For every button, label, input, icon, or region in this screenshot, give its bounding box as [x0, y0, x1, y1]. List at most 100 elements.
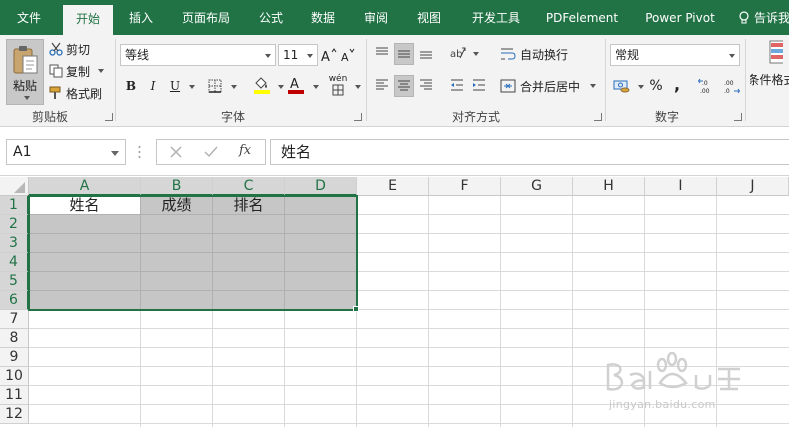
font-size-select[interactable]: 11: [278, 44, 318, 66]
merge-dropdown-caret: [590, 84, 597, 88]
phonetic-guide-button[interactable]: wén: [327, 73, 349, 97]
orientation-button[interactable]: ab: [448, 43, 468, 63]
decrease-decimal-icon: .00 .0: [724, 80, 740, 94]
row-header-10[interactable]: 10: [0, 367, 29, 386]
cell-b1[interactable]: 成绩: [141, 196, 212, 215]
row-header-5[interactable]: 5: [0, 272, 29, 291]
font-family-select[interactable]: 等线: [120, 44, 276, 66]
name-box[interactable]: A1: [6, 139, 126, 165]
formula-input[interactable]: 姓名: [270, 139, 789, 165]
alignment-dialog-launcher[interactable]: [594, 113, 602, 121]
group-label-clipboard: 剪贴板: [31, 110, 68, 124]
row-header-11[interactable]: 11: [0, 386, 29, 405]
number-dialog-launcher[interactable]: [734, 113, 742, 121]
tab-formulas[interactable]: 公式: [248, 0, 294, 35]
align-bottom-button[interactable]: [417, 43, 435, 63]
row-header-9[interactable]: 9: [0, 348, 29, 367]
column-header-h[interactable]: H: [573, 177, 645, 196]
conditional-formatting-button[interactable]: 条件格式: [750, 39, 789, 99]
align-top-button[interactable]: [373, 43, 391, 63]
indent-icon: [473, 79, 485, 91]
row-header-7[interactable]: 7: [0, 310, 29, 329]
phonetic-dropdown-caret[interactable]: [355, 85, 361, 89]
column-header-c[interactable]: C: [213, 177, 285, 196]
borders-dropdown-caret[interactable]: [231, 85, 237, 89]
decrease-font-size-button[interactable]: A: [340, 44, 356, 66]
tab-page-layout[interactable]: 页面布局: [170, 0, 242, 35]
fill-handle[interactable]: [353, 306, 359, 312]
orientation-dropdown-caret[interactable]: [473, 52, 479, 56]
cell-a1[interactable]: 姓名: [29, 196, 140, 215]
tab-pdfelement[interactable]: PDFelement: [538, 0, 626, 35]
row-header-3[interactable]: 3: [0, 234, 29, 253]
formula-input-value: 姓名: [281, 143, 312, 161]
tab-insert[interactable]: 插入: [118, 0, 164, 35]
row-header-1[interactable]: 1: [0, 196, 29, 215]
decrease-indent-button[interactable]: [448, 75, 466, 95]
gridline: [572, 196, 573, 427]
copy-dropdown-caret: [98, 69, 105, 73]
merge-center-button[interactable]: 合并后居中: [500, 75, 597, 97]
formula-bar-splitter[interactable]: [138, 144, 141, 160]
column-header-d[interactable]: D: [285, 177, 357, 196]
underline-dropdown-caret[interactable]: [189, 85, 195, 89]
column-header-i[interactable]: I: [645, 177, 717, 196]
tell-me-box[interactable]: 告诉我: [738, 0, 789, 35]
underline-button[interactable]: U: [166, 75, 184, 97]
svg-text:.0: .0: [702, 80, 708, 87]
number-format-select[interactable]: 常规: [610, 44, 740, 66]
tab-review[interactable]: 审阅: [353, 0, 399, 35]
paste-button[interactable]: 粘贴: [6, 39, 44, 105]
cut-button[interactable]: 剪切: [49, 39, 90, 59]
row-header-6[interactable]: 6: [0, 291, 29, 310]
accounting-dropdown-caret[interactable]: [638, 85, 644, 89]
column-header-a[interactable]: A: [29, 177, 141, 196]
row-header-2[interactable]: 2: [0, 215, 29, 234]
insert-function-button[interactable]: fx: [239, 143, 251, 158]
tab-view[interactable]: 视图: [406, 0, 452, 35]
tab-home[interactable]: 开始: [63, 5, 113, 35]
increase-font-size-button[interactable]: A: [321, 44, 337, 66]
font-dialog-launcher[interactable]: [354, 113, 362, 121]
row-header-12[interactable]: 12: [0, 405, 29, 424]
copy-button[interactable]: 复制: [49, 61, 105, 81]
enter-button[interactable]: [203, 145, 219, 159]
font-color-button[interactable]: A: [286, 73, 306, 97]
cancel-button[interactable]: [169, 145, 183, 159]
font-family-value: 等线: [125, 48, 150, 62]
tab-power-pivot[interactable]: Power Pivot: [634, 0, 726, 35]
phonetic-label: wén: [328, 74, 348, 84]
align-middle-button[interactable]: [394, 43, 414, 65]
column-header-f[interactable]: F: [429, 177, 501, 196]
tab-data[interactable]: 数据: [300, 0, 346, 35]
accounting-format-button[interactable]: [611, 75, 633, 97]
column-header-j[interactable]: J: [717, 177, 789, 196]
align-center-button[interactable]: [394, 75, 414, 97]
tab-developer[interactable]: 开发工具: [460, 0, 532, 35]
increase-decimal-button[interactable]: .0 .00: [697, 75, 717, 97]
percent-style-button[interactable]: %: [647, 75, 665, 97]
fill-color-button[interactable]: [252, 73, 272, 97]
cell-c1[interactable]: 排名: [213, 196, 284, 215]
column-header-e[interactable]: E: [357, 177, 429, 196]
font-color-dropdown-caret[interactable]: [313, 85, 319, 89]
row-header-8[interactable]: 8: [0, 329, 29, 348]
align-left-button[interactable]: [373, 75, 391, 95]
select-all-button[interactable]: [0, 177, 29, 196]
row-header-4[interactable]: 4: [0, 253, 29, 272]
column-header-b[interactable]: B: [141, 177, 213, 196]
tab-file[interactable]: 文件: [0, 0, 58, 35]
borders-button[interactable]: [205, 75, 225, 97]
increase-indent-button[interactable]: [470, 75, 488, 95]
decrease-decimal-button[interactable]: .00 .0: [721, 75, 741, 97]
increase-decimal-icon: .0 .00: [698, 78, 710, 94]
wrap-text-button[interactable]: 自动换行: [500, 43, 568, 65]
comma-style-button[interactable]: ,: [669, 73, 685, 95]
fill-color-dropdown-caret[interactable]: [278, 85, 284, 89]
format-painter-button[interactable]: 格式刷: [49, 83, 102, 103]
clipboard-dialog-launcher[interactable]: [105, 113, 113, 121]
italic-button[interactable]: I: [144, 75, 162, 97]
align-right-button[interactable]: [417, 75, 435, 95]
column-header-g[interactable]: G: [501, 177, 573, 196]
bold-button[interactable]: B: [122, 75, 140, 97]
